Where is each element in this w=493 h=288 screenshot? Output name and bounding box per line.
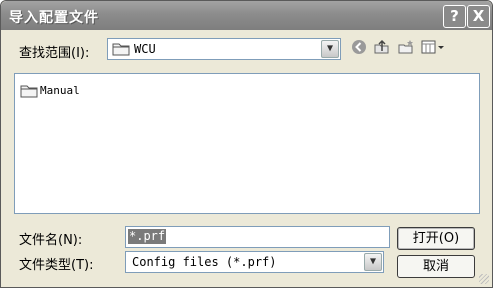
look-in-dropdown[interactable]: WCU ▼ xyxy=(107,38,341,60)
title-bar[interactable]: 导入配置文件 ? X xyxy=(1,1,492,30)
look-in-value: WCU xyxy=(134,42,156,56)
chevron-down-icon[interactable]: ▼ xyxy=(321,40,339,58)
cancel-button[interactable]: 取消 xyxy=(397,255,475,278)
chevron-down-icon[interactable]: ▼ xyxy=(364,253,382,271)
look-in-label: 查找范围(I): xyxy=(19,46,90,61)
close-button[interactable]: X xyxy=(467,5,490,28)
folder-icon xyxy=(112,43,130,56)
window-title: 导入配置文件 xyxy=(9,10,99,26)
view-menu-icon[interactable] xyxy=(421,39,445,59)
file-name-field[interactable]: *.prf xyxy=(125,226,390,248)
up-folder-icon[interactable] xyxy=(373,39,391,59)
file-type-dropdown[interactable]: Config files (*.prf) ▼ xyxy=(125,251,384,273)
file-name-value: *.prf xyxy=(128,229,167,244)
file-name-input[interactable] xyxy=(128,229,383,245)
file-type-label: 文件类型(T): xyxy=(19,258,94,273)
file-list[interactable]: Manual xyxy=(14,73,480,214)
file-name-label: 文件名(N): xyxy=(19,233,83,248)
folder-icon xyxy=(20,85,38,98)
back-icon[interactable] xyxy=(351,39,367,59)
new-folder-icon[interactable] xyxy=(397,39,415,59)
open-button[interactable]: 打开(O) xyxy=(397,227,475,250)
list-item-label: Manual xyxy=(40,84,80,97)
help-button[interactable]: ? xyxy=(443,5,466,28)
resize-grip-icon[interactable] xyxy=(479,274,489,284)
file-type-value: Config files (*.prf) xyxy=(132,255,277,269)
import-config-dialog: 导入配置文件 ? X 查找范围(I): WCU ▼ Manual 文件名(N): xyxy=(0,0,493,288)
